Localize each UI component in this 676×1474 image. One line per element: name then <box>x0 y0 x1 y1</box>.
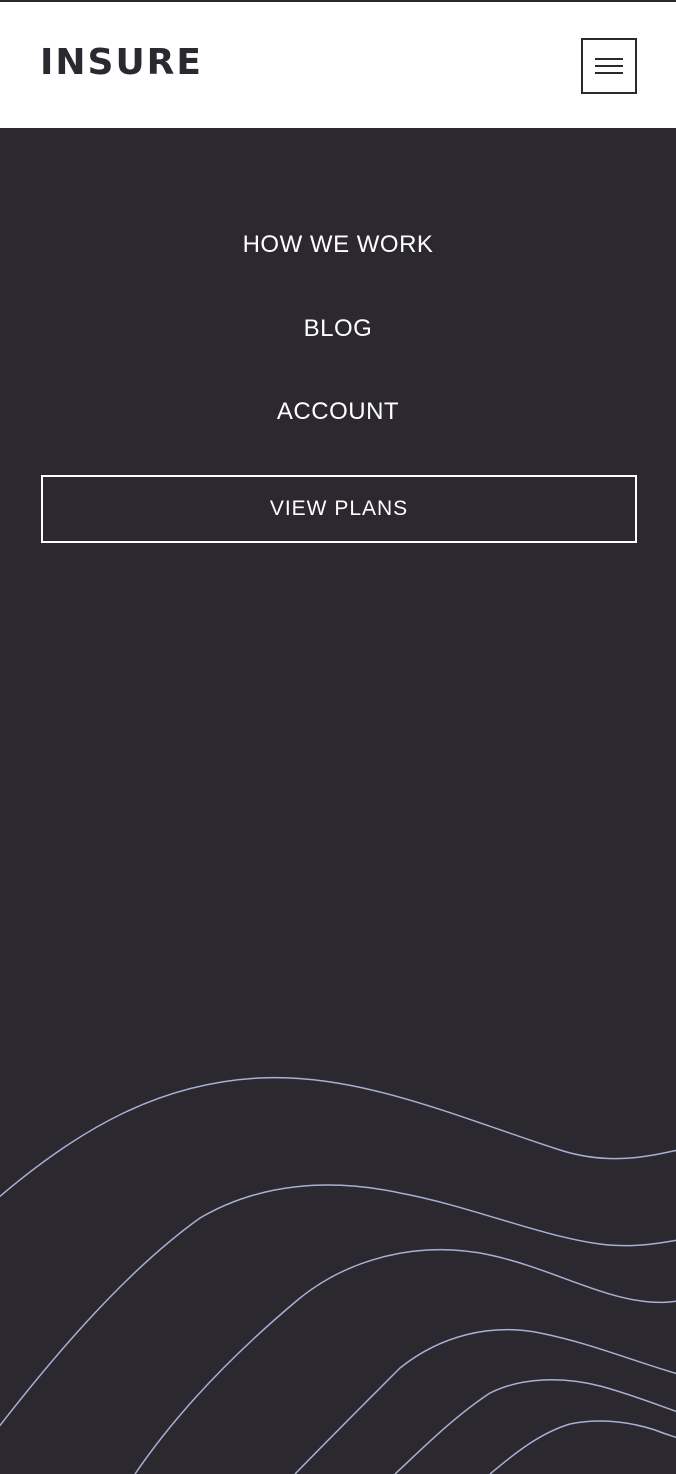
wave-line <box>294 1328 676 1474</box>
nav-link-how-we-work[interactable]: HOW WE WORK <box>0 230 676 260</box>
nav-link-account[interactable]: ACCOUNT <box>0 397 676 427</box>
hamburger-icon <box>595 58 623 74</box>
wave-line <box>134 1249 676 1474</box>
site-header: INSURE <box>0 2 676 128</box>
wave-line <box>394 1379 676 1474</box>
wave-line <box>0 1184 676 1427</box>
menu-toggle-button[interactable] <box>581 38 637 94</box>
logo[interactable]: INSURE <box>40 43 203 83</box>
wave-pattern <box>0 1076 676 1474</box>
view-plans-button[interactable]: VIEW PLANS <box>41 475 637 543</box>
mobile-nav: HOW WE WORK BLOG ACCOUNT VIEW PLANS <box>0 128 676 1474</box>
nav-link-blog[interactable]: BLOG <box>0 314 676 344</box>
wave-line <box>489 1420 676 1474</box>
wave-line <box>0 1076 676 1198</box>
